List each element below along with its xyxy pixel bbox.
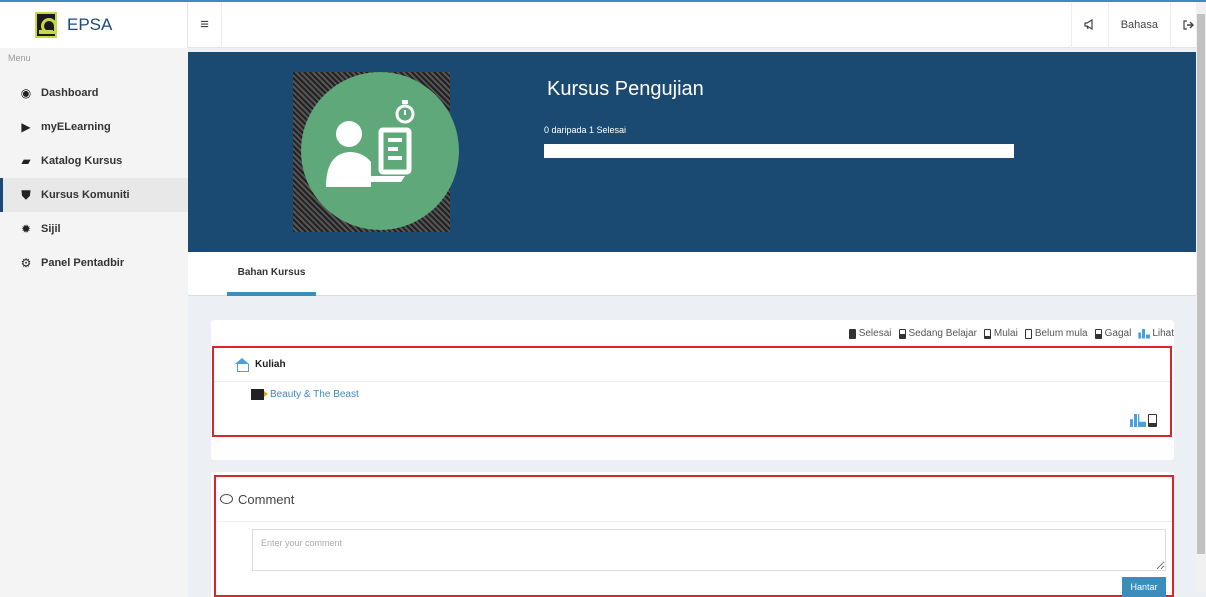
sidebar-item-myelearning[interactable]: ▶ myELearning bbox=[0, 110, 188, 144]
navbar: ≡ Bahasa bbox=[188, 1, 1206, 48]
legend-selesai: Selesai bbox=[848, 328, 892, 339]
bar-chart-icon[interactable] bbox=[1130, 414, 1146, 427]
menu-toggle-icon[interactable]: ≡ bbox=[188, 1, 222, 48]
epsa-logo-icon bbox=[35, 12, 57, 38]
course-title: Kursus Pengujian bbox=[547, 78, 704, 100]
navbar-right: Bahasa bbox=[1070, 1, 1206, 48]
battery-full-icon bbox=[848, 328, 856, 339]
legend-gagal: Gagal bbox=[1094, 328, 1131, 339]
battery-low-icon bbox=[1148, 414, 1157, 427]
lesson-link[interactable]: Beauty & The Beast bbox=[251, 389, 359, 400]
sidebar-item-label: myELearning bbox=[41, 121, 111, 133]
book-icon: ▰ bbox=[21, 154, 31, 168]
shield-icon: ⛊ bbox=[21, 187, 31, 202]
certificate-icon: ✹ bbox=[20, 222, 32, 236]
comment-input[interactable] bbox=[252, 529, 1166, 571]
comment-title: Comment bbox=[238, 491, 295, 507]
brand-name: EPSA bbox=[67, 15, 113, 34]
language-button[interactable]: Bahasa bbox=[1107, 1, 1170, 48]
sidebar-item-panel-pentadbir[interactable]: ⚙ Panel Pentadbir bbox=[0, 246, 188, 280]
course-badge-icon bbox=[301, 72, 459, 230]
comment-header: Comment bbox=[216, 477, 1172, 522]
battery-failed-icon bbox=[1094, 328, 1102, 339]
legend-belum-mula: Belum mula bbox=[1024, 328, 1088, 339]
sidebar-item-katalog-kursus[interactable]: ▰ Katalog Kursus bbox=[0, 144, 188, 178]
submit-comment-button[interactable]: Hantar bbox=[1122, 577, 1166, 597]
menu-heading: Menu bbox=[8, 53, 31, 63]
legend-mulai: Mulai bbox=[983, 328, 1018, 339]
course-progress-bar bbox=[544, 144, 1014, 158]
sidebar-item-dashboard[interactable]: ◉ Dashboard bbox=[0, 76, 188, 110]
battery-empty-icon bbox=[1024, 328, 1032, 339]
brand[interactable]: EPSA bbox=[0, 2, 188, 48]
lesson-title: Beauty & The Beast bbox=[270, 389, 359, 400]
legend-sedang-belajar: Sedang Belajar bbox=[898, 328, 977, 339]
lesson-status bbox=[1130, 414, 1160, 427]
status-legend: Selesai Sedang Belajar Mulai Belum mula … bbox=[842, 328, 1174, 339]
sidebar-item-sijil[interactable]: ✹ Sijil bbox=[0, 212, 188, 246]
section-title: Kuliah bbox=[255, 359, 286, 370]
home-icon bbox=[234, 358, 249, 372]
section-header[interactable]: Kuliah bbox=[214, 348, 1170, 382]
tab-bahan-kursus[interactable]: Bahan Kursus bbox=[227, 252, 316, 296]
course-image bbox=[293, 72, 459, 232]
course-tabs: Bahan Kursus bbox=[188, 252, 1196, 296]
battery-low-icon bbox=[983, 328, 991, 339]
sidebar-item-label: Kursus Komuniti bbox=[41, 189, 130, 201]
sidebar: Menu ◉ Dashboard ▶ myELearning ▰ Katalog… bbox=[0, 48, 188, 597]
video-icon bbox=[251, 389, 268, 400]
course-header: Kursus Pengujian 0 daripada 1 Selesai bbox=[188, 52, 1196, 252]
sidebar-item-label: Dashboard bbox=[41, 87, 99, 99]
battery-half-icon bbox=[898, 328, 906, 339]
top-bar: EPSA ≡ Bahasa bbox=[0, 0, 1206, 48]
dashboard-icon: ◉ bbox=[20, 86, 32, 100]
sidebar-item-kursus-komuniti[interactable]: ⛊ Kursus Komuniti bbox=[0, 178, 188, 212]
scrollbar-thumb[interactable] bbox=[1197, 14, 1205, 554]
bar-chart-icon bbox=[1138, 328, 1151, 339]
megaphone-icon[interactable] bbox=[1070, 1, 1108, 48]
sidebar-item-label: Panel Pentadbir bbox=[41, 257, 125, 269]
course-progress-text: 0 daripada 1 Selesai bbox=[544, 125, 627, 135]
comment-section: Comment Hantar bbox=[214, 475, 1174, 597]
sidebar-item-label: Sijil bbox=[41, 223, 61, 235]
legend-lihat: Lihat bbox=[1138, 328, 1174, 339]
cogs-icon: ⚙ bbox=[20, 256, 32, 270]
comments-icon bbox=[220, 494, 233, 504]
sidebar-item-label: Katalog Kursus bbox=[41, 155, 123, 167]
play-square-icon: ▶ bbox=[21, 120, 31, 134]
section-kuliah: Kuliah Beauty & The Beast bbox=[212, 346, 1172, 437]
